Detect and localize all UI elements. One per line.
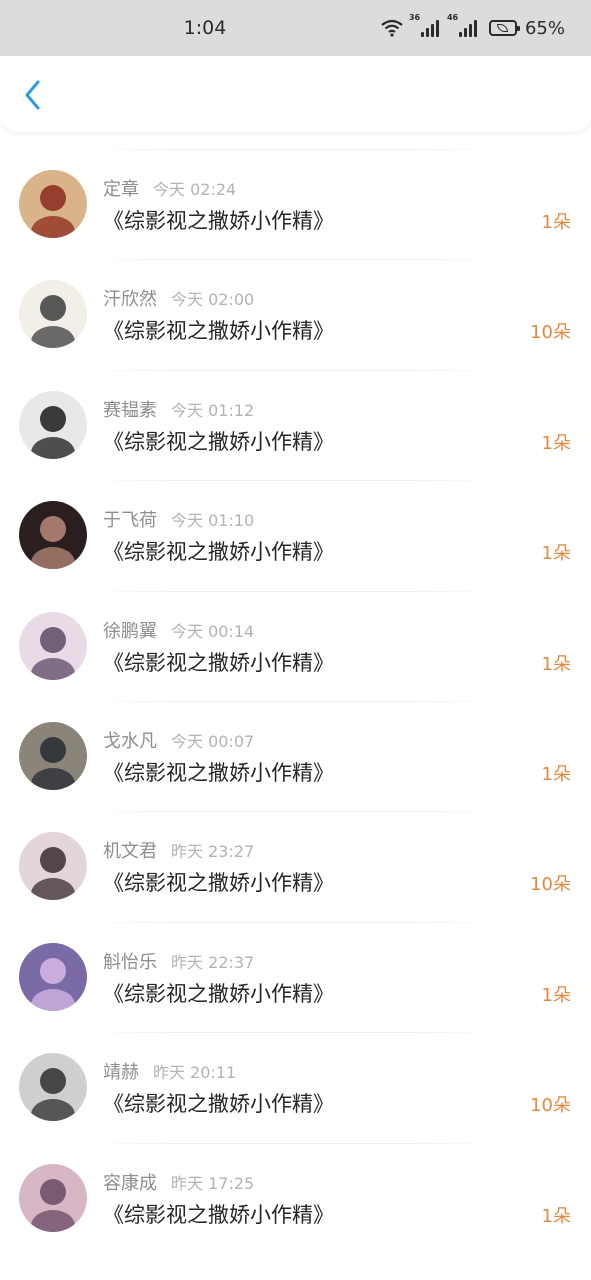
user-name: 于飞荷 <box>103 510 157 532</box>
list-item[interactable]: 机文君 昨天 23:27 《综影视之撒娇小作精》 10朵 <box>0 810 591 920</box>
list-item-meta: 定章 今天 02:24 <box>103 175 236 201</box>
gift-time: 今天 02:00 <box>171 290 255 310</box>
chevron-left-icon <box>25 80 40 110</box>
gift-time: 今天 01:12 <box>171 400 255 420</box>
list-item-meta: 容康成 昨天 17:25 <box>103 1169 254 1195</box>
nav-bar <box>0 56 591 132</box>
flower-count: 1朵 <box>541 984 571 1006</box>
avatar[interactable] <box>19 611 87 680</box>
status-icons: 36 46 65% <box>381 0 565 56</box>
battery-percent: 65% <box>524 17 565 39</box>
list-item[interactable]: 徐鹏翼 今天 00:14 《综影视之撒娇小作精》 1朵 <box>0 590 591 700</box>
book-title: 《综影视之撒娇小作精》 <box>103 1092 334 1117</box>
book-title: 《综影视之撒娇小作精》 <box>103 319 334 344</box>
user-name: 容康成 <box>103 1172 157 1194</box>
user-name: 机文君 <box>103 841 157 863</box>
gift-time: 昨天 23:27 <box>171 842 255 862</box>
list-item[interactable]: 戈水凡 今天 00:07 《综影视之撒娇小作精》 1朵 <box>0 700 591 810</box>
flower-count: 1朵 <box>541 212 571 233</box>
user-name: 汗欣然 <box>103 289 157 311</box>
list-item-meta: 机文君 昨天 23:27 <box>103 837 254 863</box>
list-item[interactable]: 容康成 昨天 17:25 《综影视之撒娇小作精》 1朵 <box>0 1142 591 1252</box>
list-item[interactable]: 斛怡乐 昨天 22:37 《综影视之撒娇小作精》 1朵 <box>0 921 591 1031</box>
signal-icon-2: 46 <box>447 13 477 37</box>
flower-count: 1朵 <box>541 763 571 785</box>
list-item-meta: 徐鹏翼 今天 00:14 <box>103 617 254 643</box>
book-title: 《综影视之撒娇小作精》 <box>103 650 334 675</box>
gift-time: 昨天 20:11 <box>153 1063 237 1083</box>
list-item[interactable]: 定章 今天 02:24 《综影视之撒娇小作精》 1朵 <box>0 148 591 258</box>
avatar[interactable] <box>19 501 87 570</box>
user-name: 徐鹏翼 <box>103 620 157 642</box>
list-item-meta: 赛韫素 今天 01:12 <box>103 396 254 422</box>
user-name: 戈水凡 <box>103 730 157 752</box>
book-title: 《综影视之撒娇小作精》 <box>103 871 334 896</box>
avatar[interactable] <box>19 721 87 790</box>
avatar[interactable] <box>19 1163 87 1232</box>
gift-time: 今天 00:07 <box>171 731 255 751</box>
avatar[interactable] <box>19 942 87 1011</box>
flower-count: 10朵 <box>530 874 571 896</box>
wifi-icon <box>381 19 403 37</box>
list-item-meta: 斛怡乐 昨天 22:37 <box>103 948 254 974</box>
book-title: 《综影视之撒娇小作精》 <box>103 1202 334 1227</box>
flower-count: 1朵 <box>541 653 571 675</box>
avatar[interactable] <box>19 390 87 459</box>
user-name: 斛怡乐 <box>103 951 157 973</box>
book-title: 《综影视之撒娇小作精》 <box>103 981 334 1006</box>
list-item-meta: 戈水凡 今天 00:07 <box>103 727 254 753</box>
gift-time: 今天 00:14 <box>171 621 255 641</box>
list-item[interactable]: 汗欣然 今天 02:00 《综影视之撒娇小作精》 10朵 <box>0 258 591 368</box>
gift-time: 今天 02:24 <box>153 180 237 199</box>
signal-icon: 36 <box>409 13 439 37</box>
avatar[interactable] <box>19 1053 87 1122</box>
list-item[interactable]: 于飞荷 今天 01:10 《综影视之撒娇小作精》 1朵 <box>0 479 591 589</box>
user-name: 定章 <box>103 179 139 200</box>
status-time: 1:04 <box>183 17 227 39</box>
battery-icon <box>488 20 520 36</box>
list-item-meta: 汗欣然 今天 02:00 <box>103 285 254 311</box>
avatar[interactable] <box>19 170 87 238</box>
avatar[interactable] <box>19 832 87 901</box>
gift-time: 昨天 22:37 <box>171 952 255 972</box>
flower-count: 1朵 <box>541 1205 571 1227</box>
gift-time: 今天 01:10 <box>171 511 255 531</box>
avatar[interactable] <box>19 280 87 349</box>
list-item[interactable]: 赛韫素 今天 01:12 《综影视之撒娇小作精》 1朵 <box>0 369 591 479</box>
list-item-meta: 靖赫 昨天 20:11 <box>103 1058 236 1084</box>
book-title: 《综影视之撒娇小作精》 <box>103 429 334 454</box>
flower-count: 1朵 <box>541 543 571 565</box>
list-item-meta: 于飞荷 今天 01:10 <box>103 506 254 532</box>
back-button[interactable] <box>14 74 50 116</box>
book-title: 《综影视之撒娇小作精》 <box>103 540 334 565</box>
flower-count: 10朵 <box>530 1095 571 1117</box>
book-title: 《综影视之撒娇小作精》 <box>103 760 334 785</box>
network-type-label: 36 <box>408 13 421 22</box>
user-name: 靖赫 <box>103 1062 139 1084</box>
flower-count: 1朵 <box>541 432 571 454</box>
flower-count: 10朵 <box>530 322 571 344</box>
network-type-label-2: 46 <box>446 13 459 22</box>
list-item[interactable]: 靖赫 昨天 20:11 《综影视之撒娇小作精》 10朵 <box>0 1031 591 1141</box>
gift-time: 昨天 17:25 <box>171 1173 255 1193</box>
leaf-icon <box>496 24 508 32</box>
book-title: 《综影视之撒娇小作精》 <box>103 209 334 233</box>
gift-list: 定章 今天 02:24 《综影视之撒娇小作精》 1朵 汗欣然 今天 02:00 《综影视之撒… <box>0 148 591 1252</box>
status-bar: 1:04 36 46 65% <box>0 0 591 56</box>
user-name: 赛韫素 <box>103 399 157 421</box>
